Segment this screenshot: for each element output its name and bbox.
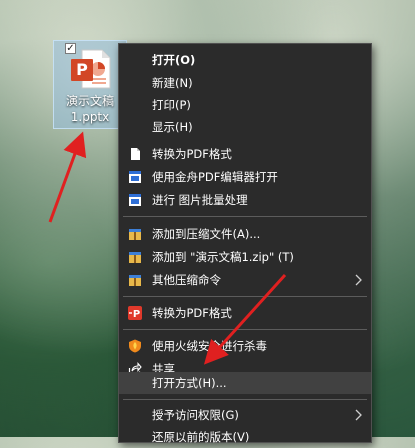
menu-item-label: 显示(H) xyxy=(152,120,193,134)
powerpoint-file-icon: P xyxy=(71,49,111,89)
menu-item-convert-pdf-wps[interactable]: 转换为PDF格式 xyxy=(119,143,371,165)
menu-separator xyxy=(123,216,367,217)
menu-item-convert-pdf[interactable]: P 转换为PDF格式 xyxy=(119,302,371,324)
pdf-editor-icon xyxy=(129,171,141,183)
document-icon xyxy=(131,148,140,160)
menu-item-label: 其他压缩命令 xyxy=(152,273,221,287)
menu-item-label: 打开方式(H)... xyxy=(152,376,227,390)
menu-item-label: 使用金舟PDF编辑器打开 xyxy=(152,170,278,184)
archive-icon xyxy=(129,229,141,240)
menu-item-label: 打开(O) xyxy=(152,53,196,67)
chevron-right-icon xyxy=(355,274,362,286)
image-batch-icon xyxy=(129,194,141,206)
menu-item-label: 转换为PDF格式 xyxy=(152,306,232,320)
menu-item-add-to-zip[interactable]: 添加到 "演示文稿1.zip" (T) xyxy=(119,246,371,268)
menu-item-add-to-archive[interactable]: 添加到压缩文件(A)... xyxy=(119,223,371,245)
svg-text:P: P xyxy=(133,309,140,320)
menu-item-new[interactable]: 新建(N) xyxy=(119,72,371,94)
desktop-file-icon[interactable]: ✓ P 演示文稿 1.pptx xyxy=(53,40,127,129)
chevron-right-icon xyxy=(355,409,362,421)
menu-item-label: 进行 图片批量处理 xyxy=(152,193,248,207)
menu-item-other-compress[interactable]: 其他压缩命令 xyxy=(119,269,371,291)
menu-item-label: 添加到 "演示文稿1.zip" (T) xyxy=(152,250,294,264)
arrow-to-file-icon xyxy=(48,131,87,223)
menu-separator xyxy=(123,296,367,297)
menu-item-label: 打印(P) xyxy=(152,98,191,112)
menu-item-restore-version[interactable]: 还原以前的版本(V) xyxy=(119,426,371,448)
file-name-label: 演示文稿 1.pptx xyxy=(65,94,114,124)
menu-item-label: 还原以前的版本(V) xyxy=(152,430,250,444)
menu-item-label: 转换为PDF格式 xyxy=(152,147,232,161)
menu-item-label: 添加到压缩文件(A)... xyxy=(152,227,261,241)
menu-item-label: 新建(N) xyxy=(152,76,193,90)
menu-separator xyxy=(123,329,367,330)
menu-item-scan-virus[interactable]: 使用火绒安全进行杀毒 xyxy=(119,335,371,357)
menu-item-open-with[interactable]: 打开方式(H)... xyxy=(119,372,371,394)
svg-text:P: P xyxy=(76,60,88,79)
archive-icon xyxy=(129,275,141,286)
archive-icon xyxy=(129,252,141,263)
menu-item-label: 使用火绒安全进行杀毒 xyxy=(152,339,267,353)
convert-pdf-icon: P xyxy=(128,306,142,320)
menu-separator xyxy=(123,399,367,400)
menu-item-label: 授予访问权限(G) xyxy=(152,408,239,422)
menu-item-print[interactable]: 打印(P) xyxy=(119,94,371,116)
menu-item-show[interactable]: 显示(H) xyxy=(119,116,371,138)
menu-item-batch-image[interactable]: 进行 图片批量处理 xyxy=(119,189,371,211)
shield-icon xyxy=(129,339,141,353)
menu-item-open-with-jinzhou[interactable]: 使用金舟PDF编辑器打开 xyxy=(119,166,371,188)
menu-item-grant-access[interactable]: 授予访问权限(G) xyxy=(119,404,371,426)
context-menu: 打开(O) 新建(N) 打印(P) 显示(H) 转换为PDF格式 使用金舟PDF… xyxy=(118,43,372,444)
menu-item-open[interactable]: 打开(O) xyxy=(119,49,371,71)
